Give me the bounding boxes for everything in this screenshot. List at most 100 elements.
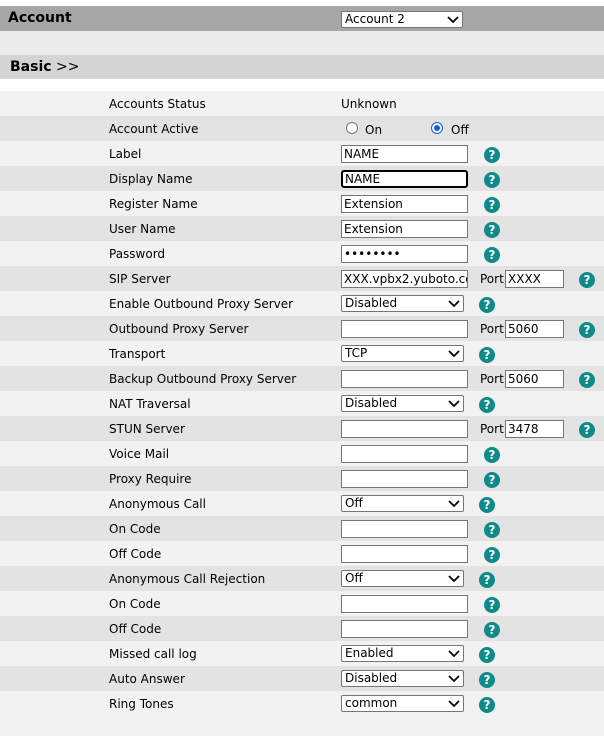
row-user-name: User Name Extension ?: [0, 216, 604, 241]
help-icon[interactable]: ?: [484, 472, 500, 488]
help-icon[interactable]: ?: [479, 672, 495, 688]
radio-on-label: On: [365, 123, 383, 137]
row-label: Label NAME ?: [0, 141, 604, 166]
proxy-require-input[interactable]: [341, 470, 468, 488]
accounts-status-value: Unknown: [341, 97, 397, 111]
field-label: Ring Tones: [109, 697, 174, 711]
help-icon[interactable]: ?: [579, 422, 595, 438]
help-icon[interactable]: ?: [484, 622, 500, 638]
help-icon[interactable]: ?: [479, 697, 495, 713]
backup-outbound-proxy-input[interactable]: [341, 370, 468, 388]
row-password: Password •••••••• ?: [0, 241, 604, 266]
field-label: Outbound Proxy Server: [109, 322, 249, 336]
row-nat-traversal: NAT Traversal Disabled ?: [0, 391, 604, 416]
stun-server-port-input[interactable]: 3478: [505, 420, 564, 438]
field-label: Off Code: [109, 622, 162, 636]
anon-on-code-input[interactable]: [341, 520, 468, 538]
help-icon[interactable]: ?: [484, 197, 500, 213]
user-name-input[interactable]: Extension: [341, 220, 468, 238]
account-select[interactable]: Account 2: [341, 11, 463, 28]
select-value: Disabled: [345, 671, 398, 685]
missed-call-log-select[interactable]: Enabled: [341, 645, 464, 662]
voice-mail-input[interactable]: [341, 445, 468, 463]
rej-off-code-input[interactable]: [341, 620, 468, 638]
select-value: Disabled: [345, 396, 398, 410]
basic-section-title: Basic >>: [10, 59, 79, 75]
row-auto-answer: Auto Answer Disabled ?: [0, 666, 604, 691]
help-icon[interactable]: ?: [484, 147, 500, 163]
label-input[interactable]: NAME: [341, 145, 468, 163]
help-icon[interactable]: ?: [479, 397, 495, 413]
help-icon[interactable]: ?: [579, 372, 595, 388]
anonymous-call-select[interactable]: Off: [341, 495, 464, 512]
ring-tones-select[interactable]: common: [341, 695, 464, 712]
help-icon[interactable]: ?: [579, 272, 595, 288]
radio-on[interactable]: [346, 122, 358, 134]
help-icon[interactable]: ?: [484, 172, 500, 188]
radio-off[interactable]: [431, 122, 443, 134]
help-icon[interactable]: ?: [484, 547, 500, 563]
backup-outbound-proxy-port-input[interactable]: 5060: [505, 370, 564, 388]
stun-server-input[interactable]: [341, 420, 468, 438]
enable-outbound-proxy-select[interactable]: Disabled: [341, 295, 464, 312]
radio-off-label: Off: [451, 123, 469, 137]
anonymous-call-rejection-select[interactable]: Off: [341, 570, 464, 587]
basic-section-header[interactable]: Basic >>: [0, 55, 604, 79]
outbound-proxy-input[interactable]: [341, 320, 468, 338]
chevron-down-icon: [448, 400, 460, 408]
port-label: Port: [480, 272, 504, 286]
help-icon[interactable]: ?: [484, 447, 500, 463]
field-label: Anonymous Call: [109, 497, 206, 511]
help-icon[interactable]: ?: [484, 522, 500, 538]
select-value: TCP: [345, 346, 368, 360]
row-sip-server: SIP Server XXX.vpbx2.yuboto.com Port XXX…: [0, 266, 604, 291]
help-icon[interactable]: ?: [484, 222, 500, 238]
row-anonymous-call-rejection: Anonymous Call Rejection Off ?: [0, 566, 604, 591]
help-icon[interactable]: ?: [484, 597, 500, 613]
sip-server-port-input[interactable]: XXXX: [505, 270, 564, 288]
chevron-down-icon: [448, 500, 460, 508]
help-icon[interactable]: ?: [479, 497, 495, 513]
display-name-input[interactable]: NAME: [341, 170, 468, 188]
row-backup-outbound-proxy: Backup Outbound Proxy Server Port 5060 ?: [0, 366, 604, 391]
row-proxy-require: Proxy Require ?: [0, 466, 604, 491]
row-ring-tones: Ring Tones common ?: [0, 691, 604, 716]
row-rej-on-code: On Code ?: [0, 591, 604, 616]
help-icon[interactable]: ?: [479, 297, 495, 313]
rej-on-code-input[interactable]: [341, 595, 468, 613]
nat-traversal-select[interactable]: Disabled: [341, 395, 464, 412]
help-icon[interactable]: ?: [479, 647, 495, 663]
account-header: Account Account 2: [0, 6, 604, 31]
field-label: On Code: [109, 522, 161, 536]
help-icon[interactable]: ?: [579, 322, 595, 338]
row-rej-off-code: Off Code ?: [0, 616, 604, 641]
help-icon[interactable]: ?: [484, 247, 500, 263]
select-value: Enabled: [345, 646, 394, 660]
field-label: Auto Answer: [109, 672, 185, 686]
help-icon[interactable]: ?: [479, 572, 495, 588]
register-name-input[interactable]: Extension: [341, 195, 468, 213]
field-label: On Code: [109, 597, 161, 611]
chevron-down-icon: [448, 650, 460, 658]
anon-off-code-input[interactable]: [341, 545, 468, 563]
field-label: NAT Traversal: [109, 397, 191, 411]
chevron-down-icon: [448, 300, 460, 308]
field-label: SIP Server: [109, 272, 171, 286]
sip-server-input[interactable]: XXX.vpbx2.yuboto.com: [341, 270, 468, 288]
transport-select[interactable]: TCP: [341, 345, 464, 362]
field-label: Register Name: [109, 197, 198, 211]
field-label: User Name: [109, 222, 176, 236]
outbound-proxy-port-input[interactable]: 5060: [505, 320, 564, 338]
auto-answer-select[interactable]: Disabled: [341, 670, 464, 687]
password-input[interactable]: ••••••••: [341, 245, 468, 263]
port-label: Port: [480, 322, 504, 336]
help-icon[interactable]: ?: [479, 347, 495, 363]
row-anon-off-code: Off Code ?: [0, 541, 604, 566]
basic-title-suffix: >>: [56, 59, 80, 75]
row-anonymous-call: Anonymous Call Off ?: [0, 491, 604, 516]
row-account-active: Account Active On Off: [0, 116, 604, 141]
field-label: Label: [109, 147, 142, 161]
port-label: Port: [480, 372, 504, 386]
row-accounts-status: Accounts Status Unknown: [0, 91, 604, 116]
chevron-down-icon: [448, 350, 460, 358]
